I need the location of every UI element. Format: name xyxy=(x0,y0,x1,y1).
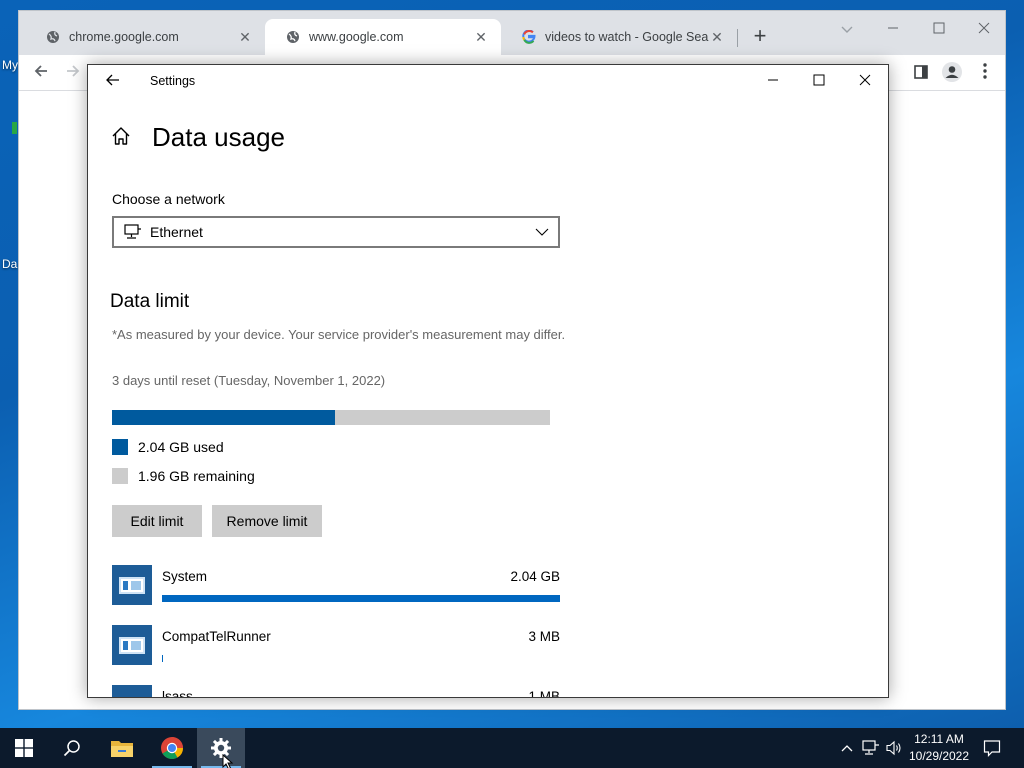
globe-icon xyxy=(45,29,61,45)
minimize-icon[interactable] xyxy=(750,67,796,97)
globe-icon xyxy=(285,29,301,45)
chevron-up-icon xyxy=(841,745,853,752)
remove-limit-button[interactable]: Remove limit xyxy=(212,505,322,537)
close-tab-icon[interactable]: ✕ xyxy=(473,29,489,45)
app-size: 2.04 GB xyxy=(510,569,560,584)
tab-www-google[interactable]: www.google.com ✕ xyxy=(265,19,501,55)
network-icon xyxy=(862,740,879,755)
chrome-icon xyxy=(161,737,183,759)
search-button[interactable] xyxy=(48,728,96,768)
app-name: CompatTelRunner xyxy=(162,629,271,644)
back-arrow-icon[interactable] xyxy=(102,71,124,93)
more-menu-icon[interactable] xyxy=(973,61,997,85)
action-center-button[interactable] xyxy=(978,728,1006,768)
app-size: 3 MB xyxy=(528,629,560,644)
google-g-icon xyxy=(521,29,537,45)
legend-remaining: 1.96 GB remaining xyxy=(112,468,255,484)
settings-titlebar: Settings xyxy=(88,65,888,99)
close-tab-icon[interactable]: ✕ xyxy=(237,29,253,45)
tab-title: videos to watch - Google Search xyxy=(545,30,709,44)
maximize-icon[interactable] xyxy=(796,67,842,97)
page-title: Data usage xyxy=(152,122,285,152)
taskbar: 12:11 AM 10/29/2022 xyxy=(0,728,1024,768)
chevron-down-icon xyxy=(534,224,550,240)
app-usage-row[interactable]: System 2.04 GB xyxy=(112,565,560,609)
network-selected-value: Ethernet xyxy=(150,224,203,240)
profile-avatar-icon[interactable] xyxy=(940,61,964,85)
maximize-icon[interactable] xyxy=(925,17,953,41)
app-size: 1 MB xyxy=(528,689,560,698)
app-usage-bar xyxy=(162,595,560,602)
tab-chrome-google[interactable]: chrome.google.com ✕ xyxy=(25,19,265,55)
app-usage-bar xyxy=(162,655,163,662)
search-icon xyxy=(63,740,80,757)
desktop-icon-label[interactable]: My xyxy=(2,58,18,72)
app-window-icon xyxy=(112,625,152,665)
remaining-swatch xyxy=(112,468,128,484)
close-tab-icon[interactable]: ✕ xyxy=(709,29,725,45)
tab-title: chrome.google.com xyxy=(69,30,179,44)
network-tray-icon[interactable] xyxy=(860,728,882,768)
tab-google-search[interactable]: videos to watch - Google Search ✕ xyxy=(501,19,737,55)
side-panel-icon[interactable] xyxy=(909,61,933,85)
remaining-label: 1.96 GB remaining xyxy=(138,468,255,484)
minimize-icon[interactable] xyxy=(879,17,907,41)
network-label: Choose a network xyxy=(112,191,225,207)
home-icon xyxy=(110,125,134,149)
folder-icon xyxy=(111,741,133,757)
tab-title: www.google.com xyxy=(309,30,404,44)
tab-separator xyxy=(737,29,738,47)
back-icon[interactable] xyxy=(29,61,53,85)
usage-progress-bar xyxy=(112,410,550,425)
app-name: lsass xyxy=(162,689,193,698)
show-hidden-icons[interactable] xyxy=(838,728,856,768)
used-swatch xyxy=(112,439,128,455)
usage-progress-fill xyxy=(112,410,336,425)
data-limit-heading: Data limit xyxy=(110,291,190,312)
close-icon[interactable] xyxy=(842,67,888,97)
window-title: Settings xyxy=(150,74,196,88)
reset-info: 3 days until reset (Tuesday, November 1,… xyxy=(112,373,386,388)
app-window-icon xyxy=(112,565,152,605)
legend-used: 2.04 GB used xyxy=(112,439,224,455)
settings-taskbar-button[interactable] xyxy=(197,728,245,768)
settings-window: Settings Data usage Choose a network Eth… xyxy=(87,64,889,698)
tab-search-icon[interactable] xyxy=(833,17,861,41)
app-name: System xyxy=(162,569,208,584)
clock-time: 12:11 AM xyxy=(914,732,964,746)
used-label: 2.04 GB used xyxy=(138,439,224,455)
app-window-icon xyxy=(112,685,152,697)
start-button[interactable] xyxy=(0,728,48,768)
forward-icon[interactable] xyxy=(61,61,85,85)
edit-limit-button[interactable]: Edit limit xyxy=(112,505,202,537)
close-window-icon[interactable] xyxy=(970,17,998,41)
ethernet-icon xyxy=(124,224,142,240)
desktop-icon-fragment xyxy=(12,122,17,134)
notification-icon xyxy=(983,740,1001,757)
taskbar-clock[interactable]: 12:11 AM 10/29/2022 xyxy=(900,731,978,765)
tab-strip: chrome.google.com ✕ www.google.com ✕ vid… xyxy=(19,11,1005,55)
network-dropdown[interactable]: Ethernet xyxy=(112,216,560,248)
measurement-note: *As measured by your device. Your servic… xyxy=(112,327,566,342)
mouse-cursor-icon xyxy=(222,753,234,768)
new-tab-button[interactable]: + xyxy=(749,25,771,48)
app-usage-row[interactable]: CompatTelRunner 3 MB xyxy=(112,625,560,669)
clock-date: 10/29/2022 xyxy=(908,749,970,763)
desktop-icon-label[interactable]: Da xyxy=(2,257,17,271)
app-usage-row[interactable]: lsass 1 MB xyxy=(112,685,560,698)
file-explorer-button[interactable] xyxy=(98,728,146,768)
chrome-taskbar-button[interactable] xyxy=(148,728,196,768)
windows-logo-icon xyxy=(15,739,33,757)
